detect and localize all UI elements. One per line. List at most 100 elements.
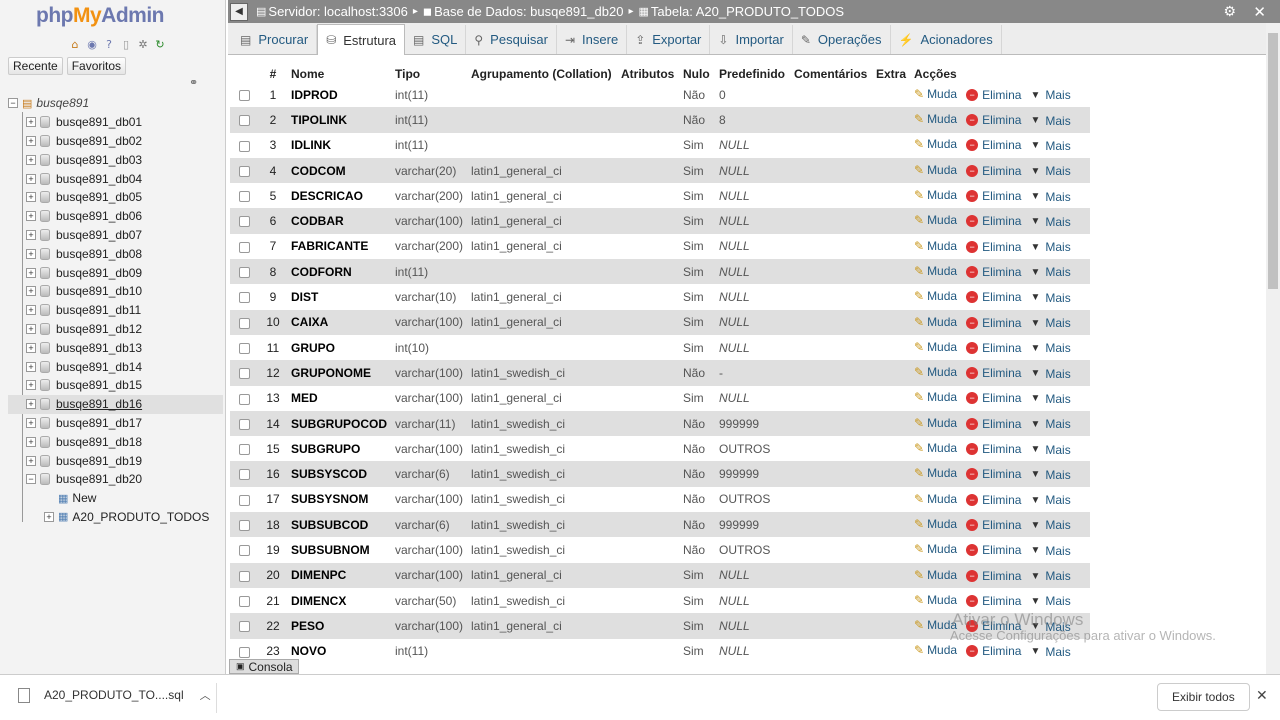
edit-action[interactable]: ✎ Muda	[914, 568, 957, 582]
more-action[interactable]: ▼ Mais	[1030, 139, 1070, 153]
console-toggle[interactable]: ▣ Consola	[229, 659, 299, 674]
column-name[interactable]: DIMENPC	[288, 562, 392, 588]
column-name[interactable]: IDPROD	[288, 82, 392, 108]
expand-icon[interactable]: +	[26, 154, 36, 165]
col-header-name[interactable]: Nome	[288, 65, 392, 82]
row-checkbox[interactable]	[238, 241, 250, 253]
col-header-attributes[interactable]: Atributos	[618, 65, 680, 82]
page-icon[interactable]: ▯	[119, 37, 133, 51]
more-action[interactable]: ▼ Mais	[1030, 88, 1070, 102]
row-checkbox[interactable]	[238, 570, 250, 582]
more-action[interactable]: ▼ Mais	[1030, 367, 1070, 381]
collapse-nav-icon[interactable]: ◀	[230, 2, 248, 21]
expand-icon[interactable]: +	[26, 173, 36, 184]
expand-icon[interactable]: +	[26, 267, 36, 278]
expand-icon[interactable]: +	[26, 135, 36, 146]
tab-procurar[interactable]: ▤ Procurar	[232, 25, 318, 54]
more-action[interactable]: ▼ Mais	[1030, 240, 1070, 254]
drop-action[interactable]: − Elimina	[966, 518, 1021, 532]
edit-action[interactable]: ✎ Muda	[914, 340, 957, 354]
tree-database-item[interactable]: + busqe891_db02	[8, 132, 223, 151]
edit-action[interactable]: ✎ Muda	[914, 137, 957, 151]
drop-action[interactable]: − Elimina	[966, 569, 1021, 583]
tree-database-item[interactable]: + busqe891_db15	[8, 376, 223, 395]
column-name[interactable]: CAIXA	[288, 309, 392, 335]
drop-action[interactable]: − Elimina	[966, 290, 1021, 304]
column-name[interactable]: FABRICANTE	[288, 233, 392, 260]
row-checkbox[interactable]	[238, 191, 250, 203]
more-action[interactable]: ▼ Mais	[1030, 468, 1070, 482]
edit-action[interactable]: ✎ Muda	[914, 466, 957, 480]
gear-icon[interactable]: ⚙	[1223, 3, 1236, 20]
tree-database-item[interactable]: + busqe891_db01	[8, 113, 223, 132]
column-name[interactable]: DESCRICAO	[288, 183, 392, 209]
tree-new-table[interactable]: ▦ New	[8, 489, 223, 508]
drop-action[interactable]: − Elimina	[966, 417, 1021, 431]
more-action[interactable]: ▼ Mais	[1030, 544, 1070, 558]
more-action[interactable]: ▼ Mais	[1030, 443, 1070, 457]
tree-database-item[interactable]: + busqe891_db09	[8, 263, 223, 282]
drop-action[interactable]: − Elimina	[966, 138, 1021, 152]
download-item[interactable]: A20_PRODUTO_TO....sql ︿	[18, 687, 211, 703]
column-name[interactable]: CODCOM	[288, 157, 392, 184]
tree-database-item[interactable]: + busqe891_db07	[8, 226, 223, 245]
chevron-up-icon[interactable]: ︿	[200, 687, 211, 703]
more-action[interactable]: ▼ Mais	[1030, 114, 1070, 128]
more-action[interactable]: ▼ Mais	[1030, 620, 1070, 634]
edit-action[interactable]: ✎ Muda	[914, 365, 957, 379]
row-checkbox[interactable]	[238, 595, 250, 607]
more-action[interactable]: ▼ Mais	[1030, 341, 1070, 355]
tree-database-item[interactable]: + busqe891_db11	[8, 301, 223, 320]
recent-tab[interactable]: Recente	[8, 57, 63, 75]
tree-database-item[interactable]: + busqe891_db17	[8, 414, 223, 433]
row-checkbox[interactable]	[238, 89, 250, 101]
more-action[interactable]: ▼ Mais	[1030, 594, 1070, 608]
edit-action[interactable]: ✎ Muda	[914, 441, 957, 455]
more-action[interactable]: ▼ Mais	[1030, 265, 1070, 279]
expand-icon[interactable]: +	[26, 211, 36, 222]
more-action[interactable]: ▼ Mais	[1030, 316, 1070, 330]
more-action[interactable]: ▼ Mais	[1030, 190, 1070, 204]
more-action[interactable]: ▼ Mais	[1030, 164, 1070, 178]
more-action[interactable]: ▼ Mais	[1030, 291, 1070, 305]
expand-icon[interactable]: +	[26, 436, 36, 447]
phpmyadmin-logo[interactable]: phpMyAdmin	[36, 4, 164, 28]
close-icon[interactable]: ✕	[1253, 3, 1266, 21]
reload-icon[interactable]: ↻	[153, 37, 167, 51]
col-header-null[interactable]: Nulo	[680, 65, 716, 82]
row-checkbox[interactable]	[238, 494, 250, 506]
expand-icon[interactable]: +	[26, 380, 36, 391]
expand-icon[interactable]: +	[26, 417, 36, 428]
tree-database-item[interactable]: + busqe891_db03	[8, 150, 223, 169]
expand-icon[interactable]: +	[26, 342, 36, 353]
column-name[interactable]: SUBSUBNOM	[288, 537, 392, 563]
expand-icon[interactable]: +	[26, 323, 36, 334]
col-header-type[interactable]: Tipo	[392, 65, 468, 82]
favorites-tab[interactable]: Favoritos	[66, 57, 127, 75]
more-action[interactable]: ▼ Mais	[1030, 392, 1070, 406]
column-name[interactable]: SUBGRUPO	[288, 436, 392, 462]
drop-action[interactable]: − Elimina	[966, 214, 1021, 228]
tab-exportar[interactable]: ⇪ Exportar	[627, 25, 711, 54]
scrollbar-thumb[interactable]	[1268, 33, 1278, 289]
tab-acionadores[interactable]: ⚡ Acionadores	[891, 25, 1002, 54]
expand-icon[interactable]: +	[26, 286, 36, 297]
column-name[interactable]: PESO	[288, 613, 392, 639]
row-checkbox[interactable]	[238, 444, 250, 456]
edit-action[interactable]: ✎ Muda	[914, 416, 957, 430]
tree-database-item[interactable]: + busqe891_db19	[8, 451, 223, 470]
drop-action[interactable]: − Elimina	[966, 467, 1021, 481]
row-checkbox[interactable]	[238, 418, 250, 430]
drop-action[interactable]: − Elimina	[966, 594, 1021, 608]
edit-action[interactable]: ✎ Muda	[914, 643, 957, 657]
tab-insere[interactable]: ⇥ Insere	[557, 25, 628, 54]
drop-action[interactable]: − Elimina	[966, 644, 1021, 658]
edit-action[interactable]: ✎ Muda	[914, 593, 957, 607]
edit-action[interactable]: ✎ Muda	[914, 517, 957, 531]
expand-icon[interactable]: +	[26, 399, 36, 410]
drop-action[interactable]: − Elimina	[966, 88, 1021, 102]
col-header-number[interactable]: #	[258, 65, 288, 82]
column-name[interactable]: MED	[288, 385, 392, 411]
row-checkbox[interactable]	[238, 520, 250, 532]
row-checkbox[interactable]	[238, 469, 250, 481]
